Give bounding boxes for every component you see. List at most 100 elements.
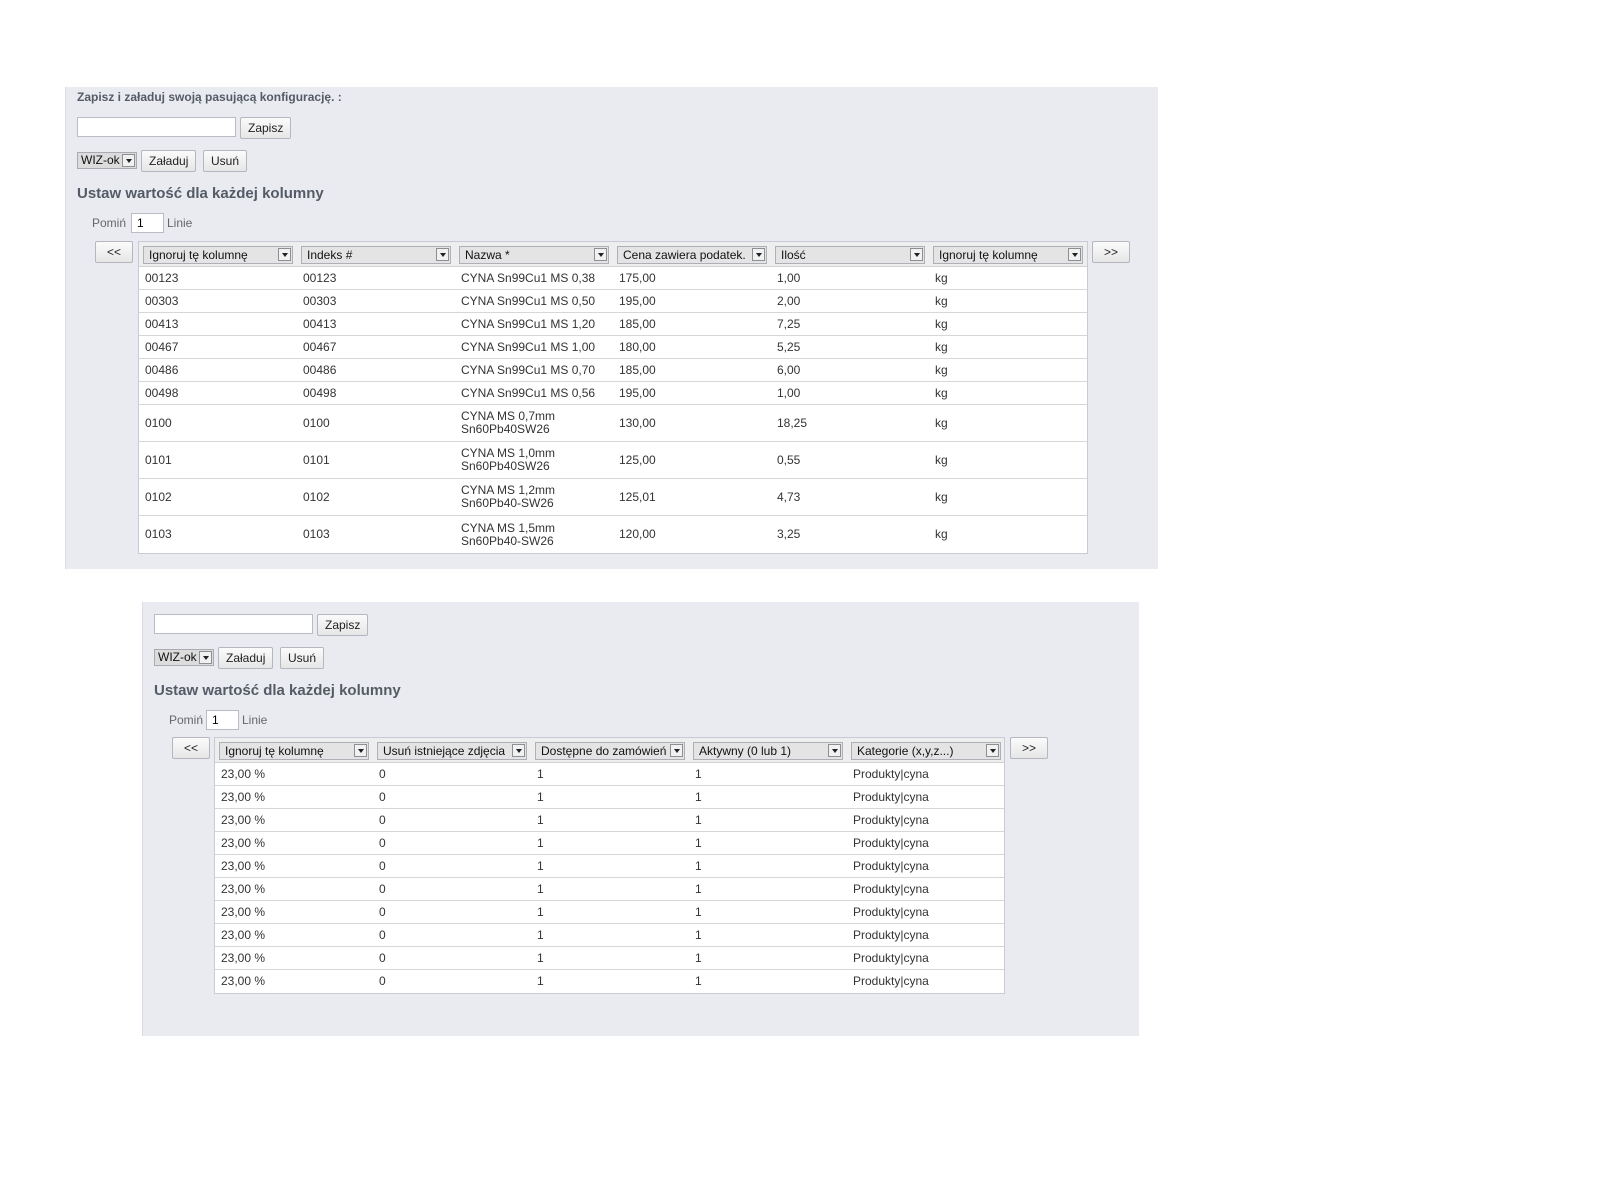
table-cell: Produkty|cyna: [853, 766, 929, 781]
table-cell: CYNA Sn99Cu1 MS 1,20: [461, 313, 611, 335]
table-cell: CYNA MS 1,2mm Sn60Pb40-SW26: [461, 479, 611, 515]
table-cell: 195,00: [619, 385, 656, 400]
column-type-select[interactable]: Kategorie (x,y,z...): [851, 742, 1001, 760]
table-body: 00123 00123 CYNA Sn99Cu1 MS 0,38 175,00 1,00…: [139, 267, 1087, 553]
table-cell: 0103: [303, 527, 330, 541]
table-cell: 23,00 %: [221, 812, 266, 827]
load-config-button[interactable]: Załaduj: [141, 150, 197, 172]
table-cell: 0: [379, 974, 386, 988]
table-cell: 125,01: [619, 489, 656, 504]
table-cell: 0103: [145, 527, 172, 541]
table-cell: kg: [935, 527, 948, 541]
table-row: 23,00 % 0 1 1 Produkty|cyna: [215, 786, 1004, 809]
column-mapping-header: Ignoruj tę kolumnę Usuń istniejące zdjęci…: [215, 738, 1004, 763]
prev-columns-button[interactable]: <<: [95, 241, 133, 263]
table-cell: Produkty|cyna: [853, 927, 929, 942]
config-name-input[interactable]: [154, 614, 313, 634]
column-type-label: Nazwa *: [465, 248, 510, 262]
name-line-1: CYNA Sn99Cu1 MS 1,00: [461, 339, 596, 354]
table-cell: Produkty|cyna: [853, 974, 929, 988]
column-type-select[interactable]: Ignoruj tę kolumnę: [143, 246, 293, 264]
name-line-1: CYNA Sn99Cu1 MS 0,50: [461, 293, 596, 308]
table-cell: kg: [935, 316, 948, 331]
table-cell: 1: [537, 835, 544, 850]
table-cell: 0: [379, 812, 386, 827]
config-select-value: WIZ-ok: [158, 650, 197, 664]
table-cell: CYNA Sn99Cu1 MS 0,70: [461, 359, 611, 381]
table-cell: kg: [935, 270, 948, 285]
table-cell: 3,25: [777, 527, 801, 541]
name-line-2: Sn60Pb40-SW26: [461, 533, 554, 548]
chevron-down-icon: [670, 744, 683, 757]
skip-lines-input[interactable]: [206, 710, 239, 730]
skip-lines-input[interactable]: [131, 213, 164, 233]
table-cell: CYNA Sn99Cu1 MS 0,50: [461, 290, 611, 312]
save-config-button[interactable]: Zapisz: [240, 117, 292, 139]
delete-config-button[interactable]: Usuń: [203, 150, 248, 172]
chevron-down-icon: [278, 248, 291, 261]
table-cell: CYNA MS 1,0mm Sn60Pb40SW26: [461, 442, 611, 478]
lines-label: Linie: [167, 216, 193, 230]
table-row: 00498 00498 CYNA Sn99Cu1 MS 0,56 195,00 1,00…: [139, 382, 1087, 405]
skip-label: Pomiń: [169, 713, 204, 727]
column-type-select[interactable]: Aktywny (0 lub 1): [693, 742, 843, 760]
table-cell: 1: [695, 881, 702, 896]
column-type-label: Indeks #: [307, 248, 353, 262]
table-cell: 23,00 %: [221, 766, 266, 781]
chevron-down-icon: [594, 248, 607, 261]
config-name-input[interactable]: [77, 117, 236, 137]
table-cell: 1: [537, 766, 544, 781]
table-row: 23,00 % 0 1 1 Produkty|cyna: [215, 763, 1004, 786]
next-columns-button[interactable]: >>: [1092, 241, 1130, 263]
table-cell: 0102: [145, 489, 172, 504]
config-select[interactable]: WIZ-ok: [77, 152, 137, 169]
column-type-select[interactable]: Usuń istniejące zdjęcia: [377, 742, 527, 760]
table-cell: Produkty|cyna: [853, 950, 929, 965]
column-type-select[interactable]: Nazwa *: [459, 246, 609, 264]
table-body: 23,00 % 0 1 1 Produkty|cyna 23,00 % 0 1 1 Produkt…: [215, 763, 1004, 993]
column-type-select[interactable]: Ignoruj tę kolumnę: [219, 742, 369, 760]
table-cell: 1: [537, 950, 544, 965]
chevron-down-icon: [752, 248, 765, 261]
section-title: Ustaw wartość dla każdej kolumny: [154, 682, 401, 699]
import-preview-table: Ignoruj tę kolumnę Indeks # Nazwa * Cena za…: [138, 241, 1088, 554]
table-row: 0100 0100 CYNA MS 0,7mm Sn60Pb40SW26 130,00 1…: [139, 405, 1087, 442]
table-cell: 1: [537, 789, 544, 804]
table-cell: 120,00: [619, 527, 656, 541]
table-cell: 23,00 %: [221, 927, 266, 942]
table-row: 00486 00486 CYNA Sn99Cu1 MS 0,70 185,00 6,00…: [139, 359, 1087, 382]
table-cell: 00467: [303, 339, 337, 354]
delete-config-button[interactable]: Usuń: [280, 647, 325, 669]
name-line-1: CYNA Sn99Cu1 MS 1,20: [461, 316, 596, 331]
column-type-select[interactable]: Ignoruj tę kolumnę: [933, 246, 1083, 264]
table-cell: Produkty|cyna: [853, 789, 929, 804]
prev-columns-button[interactable]: <<: [172, 737, 210, 759]
table-row: 23,00 % 0 1 1 Produkty|cyna: [215, 855, 1004, 878]
column-type-select[interactable]: Dostępne do zamówień: [535, 742, 685, 760]
column-type-label: Cena zawiera podatek.: [623, 248, 746, 262]
table-row: 0102 0102 CYNA MS 1,2mm Sn60Pb40-SW26 125,01…: [139, 479, 1087, 516]
chevron-down-icon: [354, 744, 367, 757]
table-cell: 00498: [303, 385, 337, 400]
next-columns-button[interactable]: >>: [1010, 737, 1048, 759]
table-cell: 0: [379, 789, 386, 804]
table-cell: 0100: [303, 415, 330, 430]
column-type-label: Ignoruj tę kolumnę: [939, 248, 1038, 262]
load-config-button[interactable]: Załaduj: [218, 647, 274, 669]
save-config-button[interactable]: Zapisz: [317, 614, 369, 636]
chevron-down-icon: [512, 744, 525, 757]
name-line-2: Sn60Pb40-SW26: [461, 496, 554, 510]
column-type-select[interactable]: Indeks #: [301, 246, 451, 264]
table-cell: 1: [695, 812, 702, 827]
name-line-2: Sn60Pb40SW26: [461, 422, 550, 436]
table-row: 23,00 % 0 1 1 Produkty|cyna: [215, 947, 1004, 970]
column-type-select[interactable]: Cena zawiera podatek.: [617, 246, 767, 264]
table-cell: 1: [537, 812, 544, 827]
table-cell: 2,00: [777, 293, 801, 308]
config-select[interactable]: WIZ-ok: [154, 649, 214, 666]
table-cell: 0: [379, 904, 386, 919]
table-cell: Produkty|cyna: [853, 858, 929, 873]
table-cell: 00413: [145, 316, 179, 331]
name-line-1: CYNA MS 1,5mm: [461, 520, 556, 535]
column-type-select[interactable]: Ilość: [775, 246, 925, 264]
